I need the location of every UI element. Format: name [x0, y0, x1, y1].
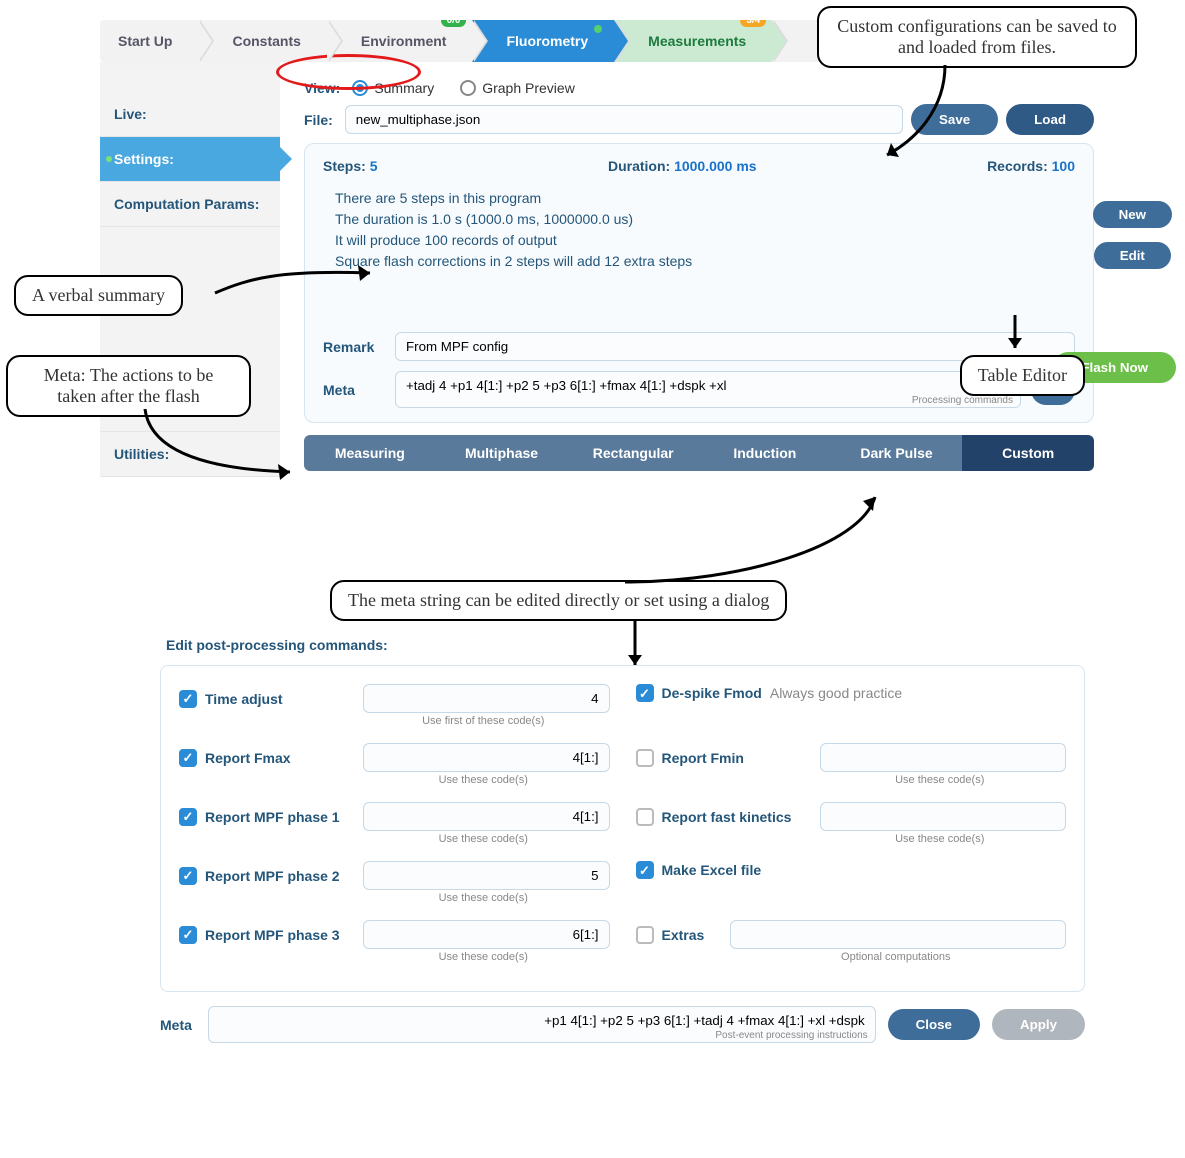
- apply-button[interactable]: Apply: [992, 1009, 1085, 1040]
- radio-dot-icon: [460, 80, 476, 96]
- chk-fmin[interactable]: [636, 749, 654, 767]
- radio-graph-preview[interactable]: Graph Preview: [460, 80, 575, 96]
- crumb-fluorometry[interactable]: Fluorometry: [472, 20, 614, 62]
- arrow-icon: [610, 615, 660, 680]
- in-fmax[interactable]: [363, 743, 610, 772]
- hint-time-adjust: Use first of these code(s): [357, 715, 610, 727]
- tab-multiphase[interactable]: Multiphase: [436, 435, 568, 471]
- in-p2[interactable]: [363, 861, 610, 890]
- new-button[interactable]: New: [1093, 201, 1172, 228]
- remark-label: Remark: [323, 339, 381, 355]
- tab-rectangular[interactable]: Rectangular: [567, 435, 699, 471]
- lbl-time-adjust: Time adjust: [205, 691, 355, 707]
- lbl-despike: De-spike Fmod: [662, 685, 762, 701]
- lbl-fast: Report fast kinetics: [662, 809, 812, 825]
- lbl-extras: Extras: [662, 927, 722, 943]
- in-p1[interactable]: [363, 802, 610, 831]
- tab-induction[interactable]: Induction: [699, 435, 831, 471]
- chk-p2[interactable]: [179, 867, 197, 885]
- sidebar-item-computation-params[interactable]: Computation Params:: [100, 182, 280, 227]
- chk-excel[interactable]: [636, 861, 654, 879]
- meas-badge: 3/4: [740, 20, 766, 27]
- annotation-table-editor: Table Editor: [960, 355, 1085, 396]
- lbl-excel: Make Excel file: [662, 862, 762, 878]
- file-input[interactable]: [345, 105, 903, 134]
- in-fast[interactable]: [820, 802, 1067, 831]
- arrow-icon: [620, 487, 900, 587]
- load-button[interactable]: Load: [1006, 104, 1094, 135]
- crumb-constants[interactable]: Constants: [198, 20, 326, 62]
- in-time-adjust[interactable]: [363, 684, 610, 713]
- crumb-startup[interactable]: Start Up: [100, 20, 198, 62]
- lbl-p2: Report MPF phase 2: [205, 868, 355, 884]
- edit-button[interactable]: Edit: [1094, 242, 1171, 269]
- meta-hint: Processing commands: [912, 395, 1013, 406]
- chk-despike[interactable]: [636, 684, 654, 702]
- arrow-icon: [990, 310, 1040, 360]
- arrow-icon: [875, 60, 955, 170]
- lbl-fmin: Report Fmin: [662, 750, 812, 766]
- arrow-icon: [140, 404, 310, 484]
- dlg-meta-hint: Post-event processing instructions: [715, 1030, 867, 1041]
- chk-time-adjust[interactable]: [179, 690, 197, 708]
- flash-type-tabs: Measuring Multiphase Rectangular Inducti…: [304, 435, 1094, 471]
- hint-p3: Use these code(s): [357, 951, 610, 963]
- sidebar-item-live[interactable]: Live:: [100, 92, 280, 137]
- dlg-meta-label: Meta: [160, 1017, 192, 1033]
- hint-fast: Use these code(s): [814, 833, 1067, 845]
- in-fmin[interactable]: [820, 743, 1067, 772]
- hint-p2: Use these code(s): [357, 892, 610, 904]
- hint-extras: Optional computations: [726, 951, 1067, 963]
- env-badge: 0/0: [441, 20, 467, 27]
- steps-label: Steps: 5: [323, 158, 377, 174]
- summary-text: There are 5 steps in this program The du…: [335, 188, 1075, 272]
- status-dot-icon: [594, 25, 602, 33]
- crumb-measurements[interactable]: Measurements3/4: [614, 20, 772, 62]
- in-extras[interactable]: [730, 920, 1067, 949]
- close-button[interactable]: Close: [888, 1009, 980, 1040]
- tab-measuring[interactable]: Measuring: [304, 435, 436, 471]
- hint-fmin: Use these code(s): [814, 774, 1067, 786]
- chk-fmax[interactable]: [179, 749, 197, 767]
- annotation-circle: [276, 54, 421, 90]
- annotation-verbal-summary: A verbal summary: [14, 275, 183, 316]
- tab-custom[interactable]: Custom: [962, 435, 1094, 471]
- chk-fast[interactable]: [636, 808, 654, 826]
- annotation-save-load: Custom configurations can be saved to an…: [817, 6, 1137, 68]
- in-p3[interactable]: [363, 920, 610, 949]
- postprocessing-dialog: Time adjust Use first of these code(s) D…: [160, 665, 1085, 992]
- chk-p3[interactable]: [179, 926, 197, 944]
- chk-p1[interactable]: [179, 808, 197, 826]
- records-label: Records: 100: [987, 158, 1075, 174]
- hint-fmax: Use these code(s): [357, 774, 610, 786]
- lbl-p3: Report MPF phase 3: [205, 927, 355, 943]
- duration-label: Duration: 1000.000 ms: [608, 158, 757, 174]
- file-label: File:: [304, 112, 333, 128]
- tab-dark-pulse[interactable]: Dark Pulse: [831, 435, 963, 471]
- lbl-p1: Report MPF phase 1: [205, 809, 355, 825]
- sidebar-item-settings[interactable]: Settings:: [100, 137, 280, 182]
- lbl-fmax: Report Fmax: [205, 750, 355, 766]
- arrow-icon: [210, 258, 390, 313]
- chk-extras[interactable]: [636, 926, 654, 944]
- meta-label: Meta: [323, 382, 381, 398]
- note-despike: Always good practice: [770, 685, 902, 701]
- hint-p1: Use these code(s): [357, 833, 610, 845]
